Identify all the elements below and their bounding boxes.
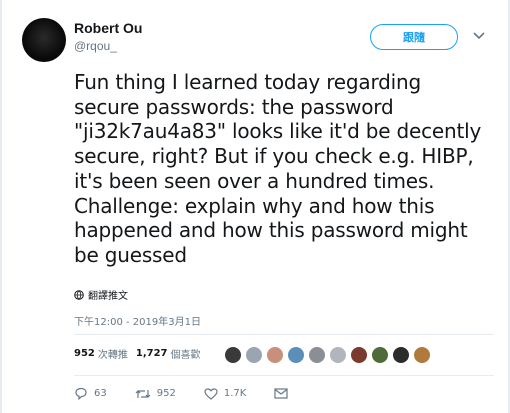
reply-button[interactable]: 63 <box>74 387 107 400</box>
liker-avatar[interactable] <box>245 346 263 364</box>
divider <box>74 334 494 335</box>
envelope-icon <box>274 388 288 399</box>
tweet-text: Fun thing I learned today regarding secu… <box>74 70 498 268</box>
retweet-label[interactable]: 次轉推 <box>98 346 128 361</box>
timestamp[interactable]: 下午12:00 - 2019年3月1日 <box>74 313 201 328</box>
like-count[interactable]: 1,727 <box>136 348 168 359</box>
liker-avatar[interactable] <box>224 346 242 364</box>
like-action-count: 1.7K <box>223 388 247 399</box>
liker-avatar[interactable] <box>392 346 410 364</box>
liker-avatar[interactable] <box>287 346 305 364</box>
chevron-down-icon[interactable] <box>472 29 486 43</box>
heart-icon <box>204 387 218 400</box>
reply-count: 63 <box>94 388 107 399</box>
like-label[interactable]: 個喜歡 <box>171 346 201 361</box>
liker-avatar[interactable] <box>329 346 347 364</box>
liker-avatar[interactable] <box>413 346 431 364</box>
retweet-count[interactable]: 952 <box>74 348 95 359</box>
author-handle[interactable]: @rqou_ <box>74 39 117 53</box>
follow-button[interactable]: 跟隨 <box>370 24 458 50</box>
globe-icon <box>74 289 84 300</box>
liker-avatar[interactable] <box>371 346 389 364</box>
tweet-text-line: secure passwords: the password <box>74 94 394 119</box>
tweet-text-line: happened and how this password might <box>74 218 468 243</box>
action-bar: 63 952 1.7K <box>74 387 322 400</box>
liker-avatar[interactable] <box>350 346 368 364</box>
translate-label[interactable]: 翻譯推文 <box>88 287 128 302</box>
liker-avatars <box>224 346 434 364</box>
reply-icon <box>75 387 87 400</box>
retweet-action-count: 952 <box>156 388 176 399</box>
translate-tweet-link[interactable]: 翻譯推文 <box>74 287 128 302</box>
divider <box>74 375 494 376</box>
liker-avatar[interactable] <box>266 346 284 364</box>
retweet-icon <box>135 389 151 398</box>
author-name[interactable]: Robert Ou <box>74 20 142 36</box>
tweet-card: Robert Ou @rqou_ 跟隨 Fun thing I learned … <box>0 0 510 413</box>
direct-message-button[interactable] <box>274 388 294 399</box>
engagement-stats: 952 次轉推 1,727 個喜歡 <box>74 346 209 361</box>
tweet-text-line: secure, right? But if you check e.g. HIB… <box>74 144 474 169</box>
retweet-button[interactable]: 952 <box>135 388 176 400</box>
tweet-text-line: "ji32k7au4a83" looks like it'd be decent… <box>74 119 482 144</box>
tweet-text-line: Fun thing I learned today regarding <box>74 70 421 94</box>
tweet-text-line: be guessed <box>74 242 187 267</box>
like-button[interactable]: 1.7K <box>204 387 247 400</box>
tweet-text-line: it's been seen over a hundred times. <box>74 168 435 193</box>
liker-avatar[interactable] <box>308 346 326 364</box>
tweet-text-line: Challenge: explain why and how this <box>74 193 435 218</box>
avatar[interactable] <box>22 18 66 62</box>
